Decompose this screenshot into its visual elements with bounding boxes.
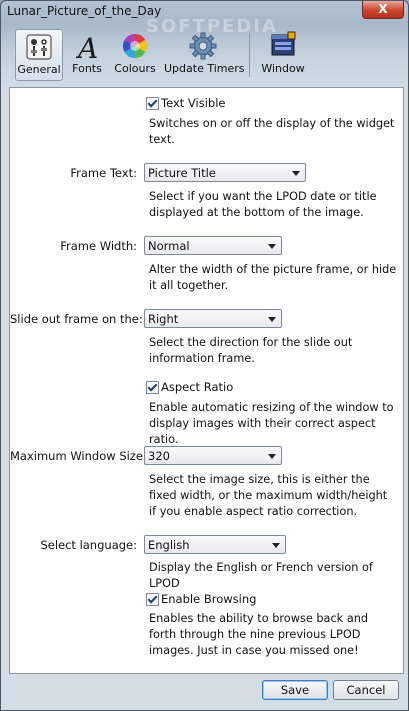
enable-browsing-checkbox[interactable]: [146, 593, 159, 606]
tab-general[interactable]: General: [15, 29, 63, 81]
close-icon: X: [378, 2, 388, 16]
language-label: Select language:: [40, 538, 137, 552]
enable-browsing-description: Enables the ability to browse back and f…: [149, 612, 369, 657]
preferences-toolbar: General A Fonts Colours Update Timers Wi…: [9, 29, 404, 81]
font-icon: A: [75, 32, 98, 61]
frame-text-value: Picture Title: [148, 166, 216, 180]
max-window-size-label: Maximum Window Size:: [10, 449, 147, 463]
max-window-size-select[interactable]: 320: [144, 446, 282, 465]
window-title: Lunar_Picture_of_the_Day: [7, 4, 162, 18]
enable-browsing-label: Enable Browsing: [161, 592, 257, 606]
frame-text-description: Select if you want the LPOD date or titl…: [149, 190, 377, 219]
svg-text:A: A: [75, 32, 98, 61]
tab-update-timers-label: Update Timers: [164, 62, 245, 75]
general-settings-icon: [26, 34, 52, 60]
text-visible-description: Switches on or off the display of the wi…: [149, 117, 395, 146]
slide-out-select[interactable]: Right: [144, 309, 282, 328]
chevron-down-icon: [292, 171, 300, 176]
language-value: English: [148, 538, 190, 552]
tab-fonts[interactable]: A Fonts: [67, 29, 107, 79]
aspect-ratio-description: Enable automatic resizing of the window …: [149, 401, 394, 446]
slide-out-value: Right: [148, 312, 179, 326]
aspect-ratio-label: Aspect Ratio: [161, 380, 234, 394]
title-bar[interactable]: Lunar_Picture_of_the_Day SOFTPEDIA X: [1, 1, 408, 37]
gear-icon: [189, 32, 217, 60]
text-visible-checkbox[interactable]: [146, 97, 159, 110]
language-description: Display the English or French version of…: [149, 561, 373, 590]
frame-text-label: Frame Text:: [70, 166, 137, 180]
text-visible-label: Text Visible: [161, 96, 226, 110]
slide-out-description: Select the direction for the slide out i…: [149, 336, 353, 365]
max-window-size-description: Select the image size, this is either th…: [149, 473, 388, 518]
aspect-ratio-checkbox[interactable]: [146, 381, 159, 394]
tab-colours-label: Colours: [114, 62, 156, 75]
close-button[interactable]: X: [362, 1, 404, 19]
tab-window[interactable]: Window: [259, 29, 307, 79]
tab-fonts-label: Fonts: [72, 62, 102, 75]
tab-window-label: Window: [261, 62, 305, 75]
tab-general-label: General: [17, 63, 61, 76]
max-window-size-value: 320: [148, 449, 170, 463]
frame-width-label: Frame Width:: [60, 239, 137, 253]
general-settings-panel: Text Visible Switches on or off the disp…: [9, 87, 404, 674]
tab-colours[interactable]: Colours: [112, 29, 158, 79]
toolbar-separator: [249, 33, 250, 77]
frame-text-select[interactable]: Picture Title: [144, 163, 306, 182]
save-button[interactable]: Save: [262, 680, 328, 700]
color-wheel-icon: [122, 33, 148, 58]
slide-out-label: Slide out frame on the:: [10, 312, 143, 326]
chevron-down-icon: [268, 454, 276, 459]
chevron-down-icon: [272, 543, 280, 548]
preferences-window: Lunar_Picture_of_the_Day SOFTPEDIA X Gen…: [0, 0, 409, 711]
language-select[interactable]: English: [144, 535, 286, 554]
frame-width-value: Normal: [148, 239, 190, 253]
chevron-down-icon: [268, 244, 276, 249]
chevron-down-icon: [268, 317, 276, 322]
frame-width-select[interactable]: Normal: [144, 236, 282, 255]
window-icon: [271, 31, 296, 56]
frame-width-description: Alter the width of the picture frame, or…: [149, 263, 397, 292]
tab-update-timers[interactable]: Update Timers: [164, 29, 245, 79]
cancel-button[interactable]: Cancel: [333, 680, 399, 700]
